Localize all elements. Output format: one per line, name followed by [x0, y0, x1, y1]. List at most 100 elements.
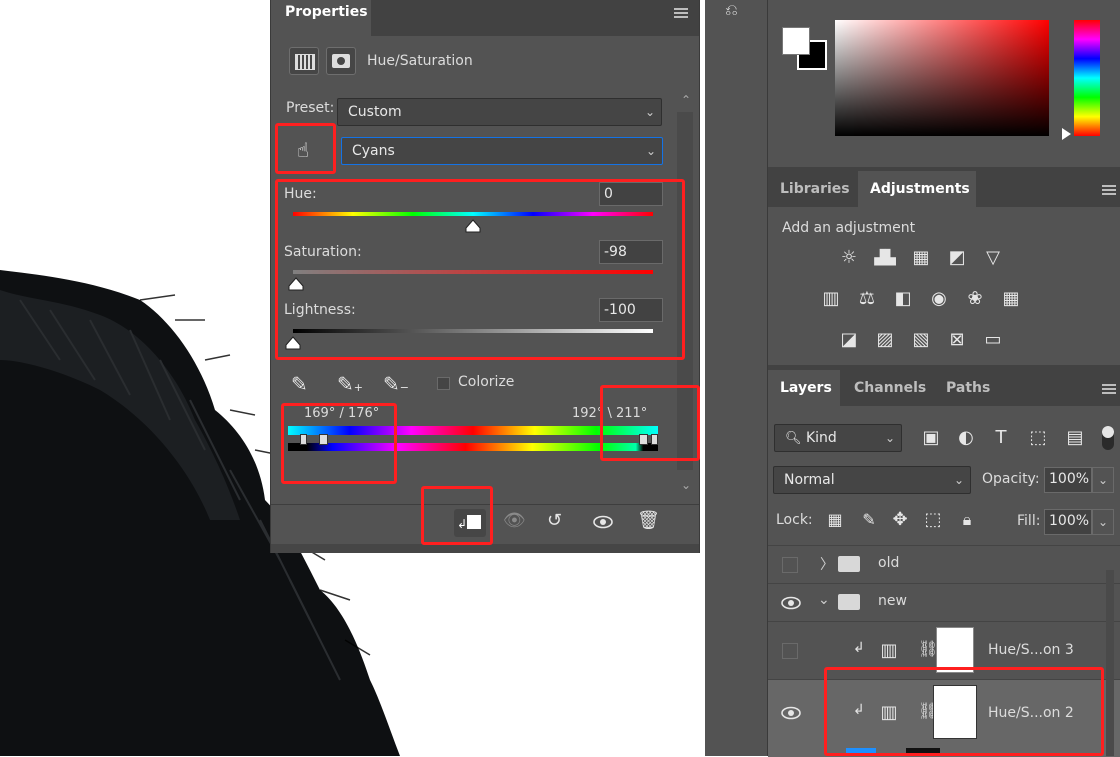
- view-previous-state-icon[interactable]: 👁︎: [503, 510, 526, 531]
- layer-filter-dropdown[interactable]: 🔍︎ Kind ⌄: [774, 424, 902, 452]
- tab-libraries[interactable]: Libraries: [768, 171, 856, 207]
- chevron-down-icon: ⌄: [953, 473, 964, 487]
- threshold-icon[interactable]: ▧: [908, 328, 934, 352]
- brightness-contrast-icon[interactable]: ☼: [836, 246, 862, 270]
- type-filter-icon[interactable]: T: [988, 426, 1014, 450]
- properties-tabbar: Properties: [271, 0, 699, 36]
- lock-label: Lock:: [776, 512, 813, 528]
- vibrance-icon[interactable]: ▽: [980, 246, 1006, 270]
- hue-saturation-icon[interactable]: ▥: [818, 287, 844, 311]
- hue-saturation-adjustment-icon[interactable]: [289, 47, 319, 75]
- collapse-arrow-icon[interactable]: ⌄: [818, 592, 830, 608]
- exposure-icon[interactable]: ◩: [944, 246, 970, 270]
- shape-filter-icon[interactable]: ⬚: [1025, 426, 1051, 450]
- folder-open-icon: [838, 594, 860, 610]
- preset-dropdown[interactable]: Custom ⌄: [337, 98, 662, 126]
- layer-name[interactable]: old: [878, 555, 899, 571]
- clipping-arrow-icon: ↲: [853, 640, 865, 656]
- blend-mode-value: Normal: [784, 472, 835, 488]
- resize-grip[interactable]: [271, 544, 699, 553]
- opacity-dropdown-button[interactable]: ⌄: [1092, 467, 1114, 493]
- highlight-range-left: [281, 403, 397, 484]
- foreground-color-swatch[interactable]: [782, 27, 810, 55]
- hue-spectrum-bar[interactable]: [1074, 20, 1100, 136]
- layer-name[interactable]: Hue/S...on 3: [988, 642, 1074, 658]
- lock-all-icon[interactable]: 🔒︎: [954, 508, 980, 532]
- layer-row-old[interactable]: 〉 old: [768, 545, 1120, 584]
- curves-icon[interactable]: ▦: [908, 246, 934, 270]
- visibility-toggle-empty[interactable]: [782, 643, 798, 659]
- color-panel: [768, 0, 1120, 167]
- selective-color-icon[interactable]: ⊠: [944, 328, 970, 352]
- hue-saturation-layer-icon: ▥: [880, 640, 898, 661]
- blend-mode-dropdown[interactable]: Normal ⌄: [773, 466, 971, 494]
- panel-menu-icon[interactable]: [1102, 384, 1116, 394]
- pixel-filter-icon[interactable]: ▣: [918, 426, 944, 450]
- eyedropper-icon[interactable]: ✎: [291, 372, 308, 396]
- adjustments-panel: Libraries Adjustments Add an adjustment …: [768, 171, 1120, 365]
- add-to-sample-eyedropper-icon[interactable]: ✎+: [337, 372, 363, 396]
- opacity-label: Opacity:: [982, 471, 1040, 487]
- colorize-label[interactable]: Colorize: [458, 374, 514, 390]
- lock-image-icon[interactable]: ✎: [856, 508, 882, 532]
- filter-toggle-icon[interactable]: [1102, 426, 1114, 450]
- tab-channels[interactable]: Channels: [842, 370, 930, 406]
- search-icon: 🔍︎: [785, 431, 802, 446]
- lock-transparent-icon[interactable]: ▦: [822, 508, 848, 532]
- adjustment-filter-icon[interactable]: ◐: [953, 426, 979, 450]
- scroll-up-icon[interactable]: ⌃: [681, 93, 691, 107]
- add-adjustment-label: Add an adjustment: [782, 220, 916, 236]
- invert-icon[interactable]: ◪: [836, 328, 862, 352]
- highlight-clip-button: [421, 486, 493, 545]
- delete-trash-icon[interactable]: 🗑︎: [637, 510, 660, 531]
- adjustment-title: Hue/Saturation: [367, 53, 473, 69]
- black-white-icon[interactable]: ◧: [890, 287, 916, 311]
- chevron-down-icon: ⌄: [644, 105, 655, 119]
- hue-slider-marker[interactable]: [1062, 128, 1071, 140]
- expand-arrow-icon[interactable]: 〉: [820, 554, 834, 574]
- tab-paths[interactable]: Paths: [934, 370, 1000, 406]
- channel-mixer-icon[interactable]: ❀: [962, 287, 988, 311]
- channel-dropdown[interactable]: Cyans ⌄: [341, 137, 663, 165]
- filter-kind-label: Kind: [805, 430, 837, 446]
- mask-icon[interactable]: [326, 47, 356, 75]
- history-icon[interactable]: ⎌: [725, 0, 747, 20]
- panel-menu-icon[interactable]: [674, 8, 688, 18]
- photo-filter-icon[interactable]: ◉: [926, 287, 952, 311]
- posterize-icon[interactable]: ▨: [872, 328, 898, 352]
- reset-icon[interactable]: ↺: [547, 510, 562, 531]
- channel-value: Cyans: [352, 143, 395, 159]
- panel-menu-icon[interactable]: [1102, 185, 1116, 195]
- tab-layers[interactable]: Layers: [768, 370, 840, 406]
- color-lookup-icon[interactable]: ▦: [998, 287, 1024, 311]
- tab-properties[interactable]: Properties: [271, 0, 371, 36]
- chevron-down-icon: ⌄: [645, 144, 656, 158]
- layers-scrollbar[interactable]: [1106, 570, 1114, 756]
- tab-adjustments[interactable]: Adjustments: [858, 171, 976, 207]
- eye-icon[interactable]: [781, 706, 801, 720]
- lock-artboard-icon[interactable]: ⬚: [920, 508, 946, 532]
- levels-icon[interactable]: ▟▙: [872, 246, 898, 270]
- highlight-layer-row: [824, 667, 1104, 756]
- color-balance-icon[interactable]: ⚖: [854, 287, 880, 311]
- highlight-hand-tool: [275, 123, 336, 174]
- highlight-range-right: [600, 385, 700, 461]
- lock-position-icon[interactable]: ✥: [887, 508, 913, 532]
- colorize-checkbox[interactable]: [437, 377, 450, 390]
- opacity-field[interactable]: 100%: [1044, 467, 1092, 493]
- subtract-from-sample-eyedropper-icon[interactable]: ✎−: [383, 372, 409, 396]
- layers-tabbar: Layers Channels Paths: [768, 370, 1120, 406]
- fill-dropdown-button[interactable]: ⌄: [1092, 509, 1114, 535]
- color-picker-field[interactable]: [835, 20, 1049, 136]
- highlight-sliders: [275, 179, 685, 360]
- fill-field[interactable]: 100%: [1044, 509, 1092, 535]
- eye-icon[interactable]: [781, 596, 801, 610]
- collapsed-panel-strip: ⎌: [705, 0, 768, 756]
- scroll-down-icon[interactable]: ⌄: [681, 478, 691, 492]
- toggle-visibility-eye-icon[interactable]: [593, 515, 613, 529]
- layer-name[interactable]: new: [878, 593, 907, 609]
- layer-row-new[interactable]: ⌄ new: [768, 583, 1120, 622]
- gradient-map-icon[interactable]: ▭: [980, 328, 1006, 352]
- smart-object-filter-icon[interactable]: ▤: [1062, 426, 1088, 450]
- visibility-toggle-empty[interactable]: [782, 557, 798, 573]
